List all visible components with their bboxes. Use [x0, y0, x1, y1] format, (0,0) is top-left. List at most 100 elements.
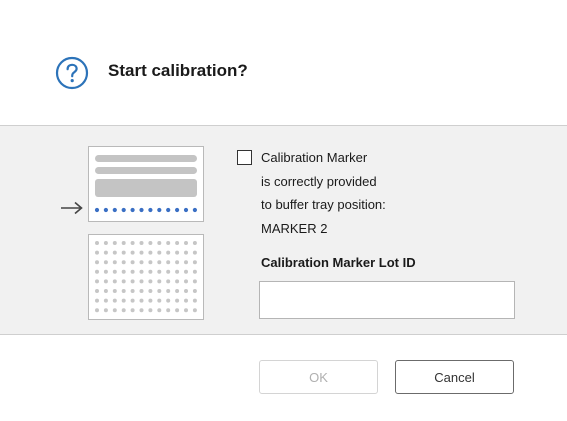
- plate-well-dot: [184, 241, 188, 245]
- marker-well-dot: [148, 207, 153, 213]
- marker-well-dot: [103, 207, 108, 213]
- plate-well-dot: [130, 241, 135, 245]
- plate-well-dot: [192, 241, 197, 245]
- confirmation-line-1: Calibration Marker: [261, 150, 368, 165]
- lot-id-label: Calibration Marker Lot ID: [261, 255, 416, 270]
- plate-well-dot: [103, 250, 108, 255]
- plate-well-dot: [139, 298, 144, 303]
- arrow-right-icon: [61, 201, 83, 215]
- lot-id-input[interactable]: [259, 281, 515, 319]
- confirmation-line-4: MARKER 2: [261, 221, 328, 236]
- plate-well-dot: [112, 260, 117, 265]
- plate-well-dot: [157, 279, 162, 284]
- plate-well-dot: [157, 241, 162, 245]
- plate-well-dot: [192, 260, 197, 265]
- plate-well-dot: [175, 289, 180, 293]
- plate-well-dot: [166, 279, 171, 284]
- marker-well-dot: [166, 207, 171, 213]
- plate-well-dot: [103, 269, 108, 274]
- confirmation-line-2: is correctly provided: [261, 174, 377, 189]
- buffer-tray: [88, 146, 204, 222]
- plate-well-dot: [112, 279, 117, 284]
- plate-well-dot: [121, 289, 126, 293]
- plate-well-dot: [175, 269, 180, 274]
- plate-well-dot: [192, 279, 197, 284]
- plate-well-dot: [130, 279, 135, 284]
- plate-well-dot: [112, 298, 117, 303]
- plate-well-dot: [121, 250, 126, 255]
- plate-well-dot: [121, 308, 126, 313]
- plate-well-dot: [192, 269, 197, 274]
- plate-well-dot: [95, 250, 99, 255]
- plate-well-dot: [166, 269, 171, 274]
- plate-well-dot: [95, 269, 99, 274]
- marker-well-dot: [192, 207, 197, 213]
- plate-well-dot: [130, 260, 135, 265]
- plate-well-dot: [95, 308, 99, 313]
- plate-well-dot: [139, 250, 144, 255]
- plate-well-dot: [157, 298, 162, 303]
- plate-well-dot: [121, 298, 126, 303]
- plate-well-dot: [184, 269, 188, 274]
- marker-well-dot: [183, 207, 189, 213]
- marker-well-dot: [175, 207, 180, 213]
- plate-well-dot: [148, 289, 153, 293]
- plate-well-dot: [112, 241, 117, 245]
- ok-button[interactable]: OK: [259, 360, 378, 394]
- marker-well-dot: [121, 207, 126, 213]
- plate-well-dot: [192, 250, 197, 255]
- plate-well-dot: [95, 298, 99, 303]
- plate-well-dot: [103, 308, 108, 313]
- plate-well-dot: [184, 279, 188, 284]
- plate-well-dot: [103, 298, 108, 303]
- plate-well-dot: [157, 250, 162, 255]
- plate-well-dot: [130, 269, 135, 274]
- start-calibration-dialog: Start calibration? Calibration Marker is…: [0, 0, 567, 421]
- plate-well-dot: [95, 260, 99, 265]
- plate-well-dot: [184, 308, 188, 313]
- plate-well-dot: [148, 260, 153, 265]
- marker-well-dot: [139, 207, 144, 213]
- marker-well-dot: [94, 207, 100, 213]
- plate-well-dot: [148, 241, 153, 245]
- plate-well-dot: [130, 298, 135, 303]
- plate-well-dot: [175, 308, 180, 313]
- plate-well-dot: [121, 279, 126, 284]
- sample-plate: [88, 234, 204, 320]
- plate-well-dot: [157, 260, 162, 265]
- cancel-button[interactable]: Cancel: [395, 360, 514, 394]
- plate-well-dot: [121, 241, 126, 245]
- plate-well-dot: [166, 241, 171, 245]
- plate-well-dot: [121, 269, 126, 274]
- plate-well-dot: [166, 260, 171, 265]
- plate-well-dot: [192, 308, 197, 313]
- dialog-title: Start calibration?: [108, 61, 248, 80]
- plate-well-dot: [112, 289, 117, 293]
- plate-well-dot: [139, 308, 144, 313]
- plate-well-dot: [157, 308, 162, 313]
- confirmation-line-3: to buffer tray position:: [261, 197, 386, 212]
- plate-well-dot: [184, 250, 188, 255]
- plate-well-dot: [157, 289, 162, 293]
- marker-provided-checkbox[interactable]: [237, 150, 252, 165]
- plate-well-dot: [130, 250, 135, 255]
- plate-well-dot: [95, 279, 99, 284]
- plate-well-dot: [139, 289, 144, 293]
- dialog-footer: OK Cancel: [0, 335, 567, 421]
- plate-well-dot: [139, 279, 144, 284]
- marker-well-dot: [112, 207, 117, 213]
- plate-well-dot: [103, 260, 108, 265]
- plate-well-dot: [103, 279, 108, 284]
- plate-well-dot: [139, 260, 144, 265]
- plate-well-dot: [121, 260, 126, 265]
- plate-well-dot: [175, 279, 180, 284]
- plate-well-dot: [192, 289, 197, 293]
- plate-well-dot: [148, 250, 153, 255]
- dialog-body: Calibration Marker is correctly provided…: [0, 126, 567, 335]
- plate-well-dot: [192, 298, 197, 303]
- plate-well-dot: [175, 241, 180, 245]
- marker-well-dot: [157, 207, 162, 213]
- plate-well-dot: [184, 298, 188, 303]
- question-circle-icon: [55, 56, 89, 90]
- plate-well-dot: [184, 289, 188, 293]
